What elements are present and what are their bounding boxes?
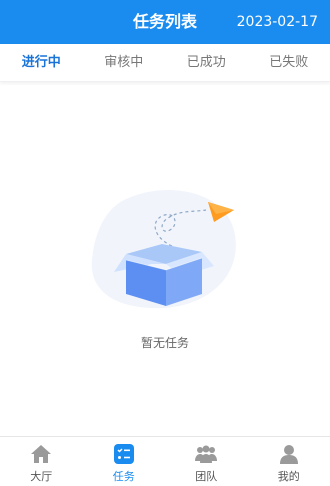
tab-succeeded[interactable]: 已成功 [165,44,248,81]
nav-mine[interactable]: 我的 [248,437,330,486]
home-icon [31,445,52,463]
empty-box-illustration [91,190,236,309]
tab-failed[interactable]: 已失败 [248,44,330,81]
user-icon [279,445,298,464]
tab-under-review[interactable]: 审核中 [83,44,166,81]
bottom-navigation: 大厅 任务 团队 我的 [0,436,330,486]
empty-state: 暂无任务 [0,82,330,436]
tab-label: 已失败 [269,55,309,70]
nav-label: 我的 [277,470,300,483]
app-header: 任务列表 2023-02-17 [0,0,330,44]
status-tabs: 进行中 审核中 已成功 已失败 [0,44,330,82]
tab-label: 进行中 [21,55,61,70]
task-list-icon [113,444,134,464]
nav-tasks[interactable]: 任务 [83,437,166,486]
header-date: 2023-02-17 [236,14,318,30]
nav-team[interactable]: 团队 [165,437,248,486]
nav-label: 大厅 [30,470,53,483]
nav-lobby[interactable]: 大厅 [0,437,83,486]
tab-label: 审核中 [104,55,144,70]
tab-in-progress[interactable]: 进行中 [0,44,83,81]
empty-message: 暂无任务 [140,336,189,350]
tab-label: 已成功 [186,55,226,70]
team-icon [195,445,218,463]
nav-label: 任务 [112,470,135,483]
nav-label: 团队 [195,470,218,483]
